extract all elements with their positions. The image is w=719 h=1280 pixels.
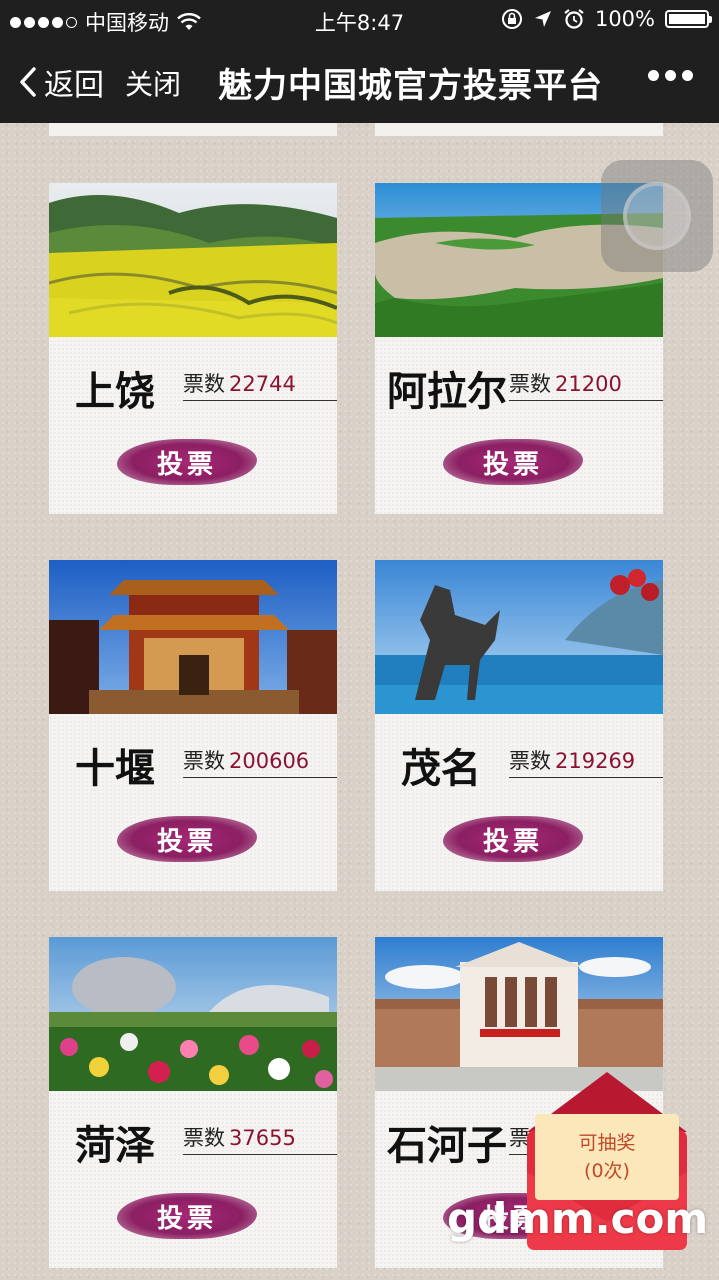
vote-count: 票数 21200 — [509, 368, 663, 401]
previous-card-edge — [375, 123, 663, 136]
city-photo — [375, 560, 663, 714]
watermark-text: gdmm.com — [447, 1194, 709, 1243]
city-photo — [49, 183, 337, 337]
city-photo — [49, 560, 337, 714]
lottery-label: 可抽奖 — [578, 1132, 636, 1154]
battery-icon — [665, 10, 712, 28]
vote-count: 票数 37655 — [183, 1122, 337, 1155]
assistive-touch-button[interactable] — [601, 160, 713, 272]
vote-button[interactable]: 投票 — [443, 439, 583, 485]
vote-count: 票数 219269 — [509, 745, 663, 778]
city-name: 十堰 — [75, 746, 155, 792]
vote-count-label: 票数 — [509, 372, 551, 396]
vote-count-label: 票数 — [509, 749, 551, 773]
chevron-left-icon — [20, 67, 36, 97]
close-button[interactable]: 关闭 — [125, 63, 181, 103]
previous-card-edge — [49, 123, 337, 136]
vote-button[interactable]: 投票 — [443, 816, 583, 862]
vote-button[interactable]: 投票 — [117, 439, 257, 485]
alarm-icon — [564, 9, 584, 29]
vote-button[interactable]: 投票 — [117, 816, 257, 862]
vote-count: 票数 200606 — [183, 745, 337, 778]
vote-count-label: 票数 — [183, 749, 225, 773]
rotation-lock-icon — [501, 9, 522, 29]
battery-percent: 100% — [594, 7, 655, 31]
vote-count-value: 21200 — [555, 372, 622, 396]
vote-count-label: 票数 — [183, 1126, 225, 1150]
city-name: 茂名 — [401, 746, 481, 792]
back-button[interactable]: 返回 — [18, 60, 104, 104]
vote-count-value: 219269 — [555, 749, 636, 773]
city-name: 石河子 — [387, 1123, 507, 1169]
city-card[interactable]: 上饶 票数 22744 投票 — [49, 183, 337, 514]
back-label: 返回 — [44, 68, 104, 103]
page-title: 魅力中国城官方投票平台 — [218, 66, 603, 106]
city-name: 阿拉尔 — [387, 369, 507, 415]
lottery-card: 可抽奖 (0次) — [535, 1114, 679, 1200]
vote-count-label: 票数 — [183, 372, 225, 396]
vote-count-value: 37655 — [229, 1126, 296, 1150]
city-photo — [375, 937, 663, 1091]
city-name: 上饶 — [75, 369, 155, 415]
more-dot-icon — [648, 70, 659, 81]
city-card[interactable]: 茂名 票数 219269 投票 — [375, 560, 663, 891]
assistive-touch-icon — [623, 182, 691, 250]
status-right: 100% — [501, 7, 712, 31]
vote-count-value: 22744 — [229, 372, 296, 396]
status-bar: 中国移动 上午8:47 100% — [0, 0, 719, 40]
city-card[interactable]: 菏泽 票数 37655 投票 — [49, 937, 337, 1268]
more-menu-button[interactable] — [648, 70, 693, 81]
lottery-count: (0次) — [584, 1160, 630, 1182]
city-name: 菏泽 — [75, 1123, 155, 1169]
nav-bar: 返回 关闭 魅力中国城官方投票平台 — [0, 40, 719, 123]
vote-count-value: 200606 — [229, 749, 310, 773]
vote-count: 票数 22744 — [183, 368, 337, 401]
city-photo — [49, 937, 337, 1091]
location-icon — [534, 11, 551, 27]
vote-button[interactable]: 投票 — [117, 1193, 257, 1239]
city-card[interactable]: 十堰 票数 200606 投票 — [49, 560, 337, 891]
